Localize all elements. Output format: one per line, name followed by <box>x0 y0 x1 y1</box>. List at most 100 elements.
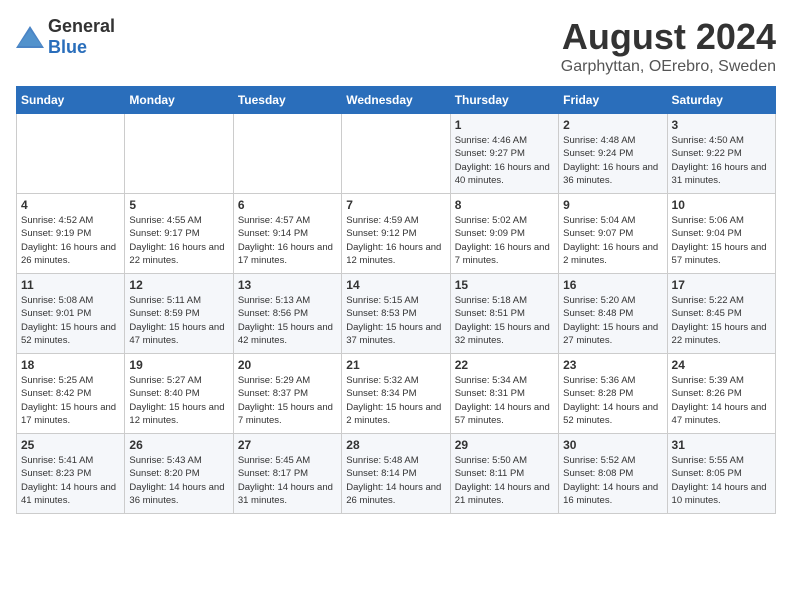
main-title: August 2024 <box>561 16 776 58</box>
calendar-day-cell: 6 Sunrise: 4:57 AM Sunset: 9:14 PM Daylig… <box>233 194 341 274</box>
header: General Blue August 2024 Garphyttan, OEr… <box>16 16 776 76</box>
day-info: Sunrise: 5:48 AM Sunset: 8:14 PM Dayligh… <box>346 454 445 507</box>
day-number: 2 <box>563 118 662 132</box>
day-number: 18 <box>21 358 120 372</box>
day-info: Sunrise: 5:36 AM Sunset: 8:28 PM Dayligh… <box>563 374 662 427</box>
calendar-day-cell: 29 Sunrise: 5:50 AM Sunset: 8:11 PM Dayli… <box>450 434 558 514</box>
day-number: 30 <box>563 438 662 452</box>
day-info: Sunrise: 5:18 AM Sunset: 8:51 PM Dayligh… <box>455 294 554 347</box>
day-info: Sunrise: 4:55 AM Sunset: 9:17 PM Dayligh… <box>129 214 228 267</box>
day-info: Sunrise: 5:39 AM Sunset: 8:26 PM Dayligh… <box>672 374 771 427</box>
day-of-week-header: Friday <box>559 87 667 114</box>
day-info: Sunrise: 5:15 AM Sunset: 8:53 PM Dayligh… <box>346 294 445 347</box>
day-info: Sunrise: 5:34 AM Sunset: 8:31 PM Dayligh… <box>455 374 554 427</box>
calendar-day-cell: 5 Sunrise: 4:55 AM Sunset: 9:17 PM Daylig… <box>125 194 233 274</box>
calendar-day-cell: 22 Sunrise: 5:34 AM Sunset: 8:31 PM Dayli… <box>450 354 558 434</box>
day-info: Sunrise: 5:45 AM Sunset: 8:17 PM Dayligh… <box>238 454 337 507</box>
day-number: 12 <box>129 278 228 292</box>
logo: General Blue <box>16 16 115 58</box>
day-number: 19 <box>129 358 228 372</box>
day-info: Sunrise: 5:50 AM Sunset: 8:11 PM Dayligh… <box>455 454 554 507</box>
day-info: Sunrise: 4:57 AM Sunset: 9:14 PM Dayligh… <box>238 214 337 267</box>
day-number: 3 <box>672 118 771 132</box>
day-number: 10 <box>672 198 771 212</box>
day-number: 8 <box>455 198 554 212</box>
day-info: Sunrise: 5:41 AM Sunset: 8:23 PM Dayligh… <box>21 454 120 507</box>
calendar-week-row: 1 Sunrise: 4:46 AM Sunset: 9:27 PM Daylig… <box>17 114 776 194</box>
calendar-day-cell: 31 Sunrise: 5:55 AM Sunset: 8:05 PM Dayli… <box>667 434 775 514</box>
day-number: 4 <box>21 198 120 212</box>
calendar-day-cell: 30Sunrise: 5:52 AM Sunset: 8:08 PM Dayli… <box>559 434 667 514</box>
day-number: 13 <box>238 278 337 292</box>
calendar-day-cell: 28 Sunrise: 5:48 AM Sunset: 8:14 PM Dayli… <box>342 434 450 514</box>
calendar-day-cell <box>125 114 233 194</box>
day-info: Sunrise: 5:08 AM Sunset: 9:01 PM Dayligh… <box>21 294 120 347</box>
calendar-day-cell: 17Sunrise: 5:22 AM Sunset: 8:45 PM Dayli… <box>667 274 775 354</box>
day-info: Sunrise: 5:25 AM Sunset: 8:42 PM Dayligh… <box>21 374 120 427</box>
day-number: 28 <box>346 438 445 452</box>
calendar-table: SundayMondayTuesdayWednesdayThursdayFrid… <box>16 86 776 514</box>
calendar-day-cell: 1 Sunrise: 4:46 AM Sunset: 9:27 PM Daylig… <box>450 114 558 194</box>
day-info: Sunrise: 5:55 AM Sunset: 8:05 PM Dayligh… <box>672 454 771 507</box>
calendar-day-cell: 12 Sunrise: 5:11 AM Sunset: 8:59 PM Dayli… <box>125 274 233 354</box>
calendar-week-row: 11 Sunrise: 5:08 AM Sunset: 9:01 PM Dayli… <box>17 274 776 354</box>
day-number: 31 <box>672 438 771 452</box>
title-area: August 2024 Garphyttan, OErebro, Sweden <box>561 16 776 76</box>
subtitle: Garphyttan, OErebro, Sweden <box>561 58 776 76</box>
calendar-day-cell <box>17 114 125 194</box>
day-info: Sunrise: 5:04 AM Sunset: 9:07 PM Dayligh… <box>563 214 662 267</box>
logo-text-blue: Blue <box>48 37 87 57</box>
calendar-day-cell: 23 Sunrise: 5:36 AM Sunset: 8:28 PM Dayli… <box>559 354 667 434</box>
calendar-day-cell: 15Sunrise: 5:18 AM Sunset: 8:51 PM Dayli… <box>450 274 558 354</box>
day-number: 11 <box>21 278 120 292</box>
day-number: 20 <box>238 358 337 372</box>
calendar-day-cell: 11 Sunrise: 5:08 AM Sunset: 9:01 PM Dayli… <box>17 274 125 354</box>
day-info: Sunrise: 5:22 AM Sunset: 8:45 PM Dayligh… <box>672 294 771 347</box>
day-number: 5 <box>129 198 228 212</box>
calendar-week-row: 4 Sunrise: 4:52 AM Sunset: 9:19 PM Daylig… <box>17 194 776 274</box>
day-info: Sunrise: 5:32 AM Sunset: 8:34 PM Dayligh… <box>346 374 445 427</box>
calendar-day-cell: 25 Sunrise: 5:41 AM Sunset: 8:23 PM Dayli… <box>17 434 125 514</box>
calendar-day-cell: 3 Sunrise: 4:50 AM Sunset: 9:22 PM Daylig… <box>667 114 775 194</box>
day-number: 9 <box>563 198 662 212</box>
calendar-week-row: 18 Sunrise: 5:25 AM Sunset: 8:42 PM Dayli… <box>17 354 776 434</box>
calendar-day-cell: 13 Sunrise: 5:13 AM Sunset: 8:56 PM Dayli… <box>233 274 341 354</box>
day-info: Sunrise: 5:11 AM Sunset: 8:59 PM Dayligh… <box>129 294 228 347</box>
day-info: Sunrise: 4:59 AM Sunset: 9:12 PM Dayligh… <box>346 214 445 267</box>
calendar-header-row: SundayMondayTuesdayWednesdayThursdayFrid… <box>17 87 776 114</box>
day-info: Sunrise: 5:06 AM Sunset: 9:04 PM Dayligh… <box>672 214 771 267</box>
calendar-day-cell: 2 Sunrise: 4:48 AM Sunset: 9:24 PM Daylig… <box>559 114 667 194</box>
day-of-week-header: Sunday <box>17 87 125 114</box>
calendar-day-cell: 19Sunrise: 5:27 AM Sunset: 8:40 PM Dayli… <box>125 354 233 434</box>
day-of-week-header: Tuesday <box>233 87 341 114</box>
day-number: 22 <box>455 358 554 372</box>
day-info: Sunrise: 5:13 AM Sunset: 8:56 PM Dayligh… <box>238 294 337 347</box>
day-number: 6 <box>238 198 337 212</box>
day-number: 23 <box>563 358 662 372</box>
logo-text-general: General <box>48 16 115 36</box>
calendar-day-cell <box>233 114 341 194</box>
day-of-week-header: Thursday <box>450 87 558 114</box>
calendar-day-cell: 14 Sunrise: 5:15 AM Sunset: 8:53 PM Dayli… <box>342 274 450 354</box>
calendar-day-cell: 8 Sunrise: 5:02 AM Sunset: 9:09 PM Daylig… <box>450 194 558 274</box>
day-info: Sunrise: 5:02 AM Sunset: 9:09 PM Dayligh… <box>455 214 554 267</box>
day-number: 25 <box>21 438 120 452</box>
calendar-day-cell: 16Sunrise: 5:20 AM Sunset: 8:48 PM Dayli… <box>559 274 667 354</box>
calendar-day-cell: 20Sunrise: 5:29 AM Sunset: 8:37 PM Dayli… <box>233 354 341 434</box>
calendar-day-cell: 18 Sunrise: 5:25 AM Sunset: 8:42 PM Dayli… <box>17 354 125 434</box>
day-of-week-header: Monday <box>125 87 233 114</box>
day-info: Sunrise: 4:48 AM Sunset: 9:24 PM Dayligh… <box>563 134 662 187</box>
day-info: Sunrise: 4:52 AM Sunset: 9:19 PM Dayligh… <box>21 214 120 267</box>
day-info: Sunrise: 4:46 AM Sunset: 9:27 PM Dayligh… <box>455 134 554 187</box>
day-of-week-header: Wednesday <box>342 87 450 114</box>
day-info: Sunrise: 4:50 AM Sunset: 9:22 PM Dayligh… <box>672 134 771 187</box>
day-number: 29 <box>455 438 554 452</box>
day-info: Sunrise: 5:20 AM Sunset: 8:48 PM Dayligh… <box>563 294 662 347</box>
calendar-day-cell: 21Sunrise: 5:32 AM Sunset: 8:34 PM Dayli… <box>342 354 450 434</box>
day-info: Sunrise: 5:43 AM Sunset: 8:20 PM Dayligh… <box>129 454 228 507</box>
day-number: 14 <box>346 278 445 292</box>
day-number: 27 <box>238 438 337 452</box>
calendar-day-cell: 4 Sunrise: 4:52 AM Sunset: 9:19 PM Daylig… <box>17 194 125 274</box>
day-number: 26 <box>129 438 228 452</box>
day-number: 1 <box>455 118 554 132</box>
